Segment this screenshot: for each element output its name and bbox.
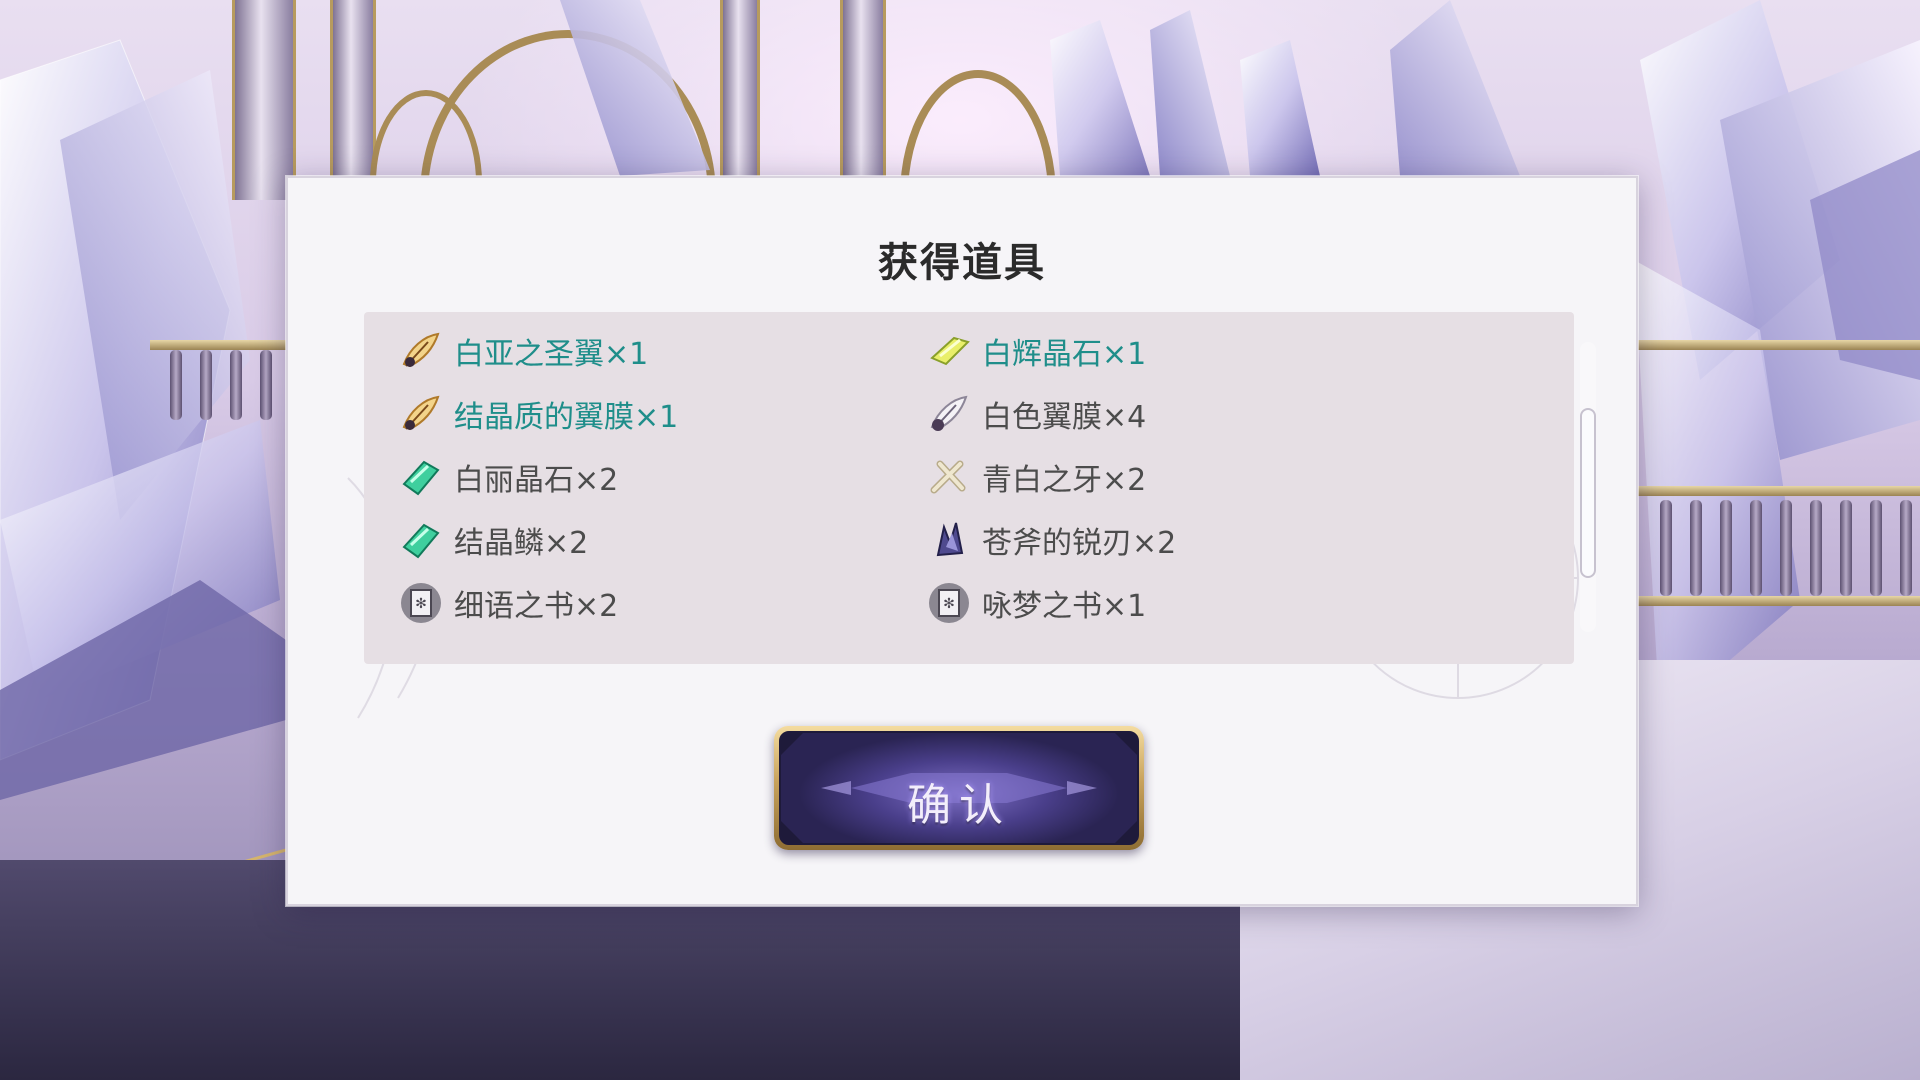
item-name: 白辉晶石×1	[982, 337, 1147, 372]
background-baluster	[1720, 500, 1732, 596]
item-name: 白亚之圣翼×1	[454, 337, 649, 372]
item-list-panel: 白亚之圣翼×1 白辉晶石×1 结晶质的翼膜×1 白色翼膜×4 白丽晶石×2 青白…	[364, 312, 1596, 664]
fang-bone-icon	[926, 454, 972, 500]
item-entry[interactable]: 苍斧的锐刃×2	[926, 515, 1176, 565]
item-entry[interactable]: 结晶质的翼膜×1	[398, 389, 678, 439]
item-name: 结晶鳞×2	[454, 526, 589, 561]
item-list-scrollbar[interactable]	[1580, 342, 1596, 632]
background-rail	[1634, 340, 1920, 350]
item-name: 细语之书×2	[454, 589, 619, 624]
svg-text:✻: ✻	[415, 596, 427, 612]
crystal-green-icon	[398, 517, 444, 563]
feather-gold-icon	[398, 391, 444, 437]
background-baluster	[230, 350, 242, 420]
item-entry[interactable]: ✻ 细语之书×2	[398, 578, 618, 628]
item-entry[interactable]: 白丽晶石×2	[398, 452, 618, 502]
confirm-button-face: 确认	[779, 731, 1139, 845]
crystal-green-icon	[398, 454, 444, 500]
background-rail	[1634, 596, 1920, 606]
item-name: 白丽晶石×2	[454, 463, 619, 498]
background-rail	[1634, 486, 1920, 496]
dialog-title: 获得道具	[878, 240, 1046, 286]
dark-crystal-icon	[926, 517, 972, 563]
background-baluster	[1900, 500, 1912, 596]
background-baluster	[1690, 500, 1702, 596]
items-obtained-dialog: 获得道具 白亚之圣翼×1 白辉晶石×1 结晶质的翼膜×1 白色翼膜×4 白丽晶石…	[286, 176, 1638, 906]
item-name: 白色翼膜×4	[982, 400, 1147, 435]
item-entry[interactable]: 白色翼膜×4	[926, 389, 1146, 439]
feather-gold-icon	[398, 328, 444, 374]
item-entry[interactable]: 白亚之圣翼×1	[398, 326, 648, 376]
item-entry[interactable]: 青白之牙×2	[926, 452, 1146, 502]
scrollbar-thumb[interactable]	[1580, 408, 1596, 578]
crystal-yellow-icon	[926, 328, 972, 374]
confirm-button-label: 确认	[907, 780, 1011, 831]
item-name: 结晶质的翼膜×1	[454, 400, 679, 435]
background-baluster	[1780, 500, 1792, 596]
svg-text:✻: ✻	[943, 596, 955, 612]
book-icon: ✻	[398, 580, 444, 626]
background-baluster	[200, 350, 212, 420]
book-icon: ✻	[926, 580, 972, 626]
confirm-button[interactable]: 确认	[774, 726, 1144, 850]
background-baluster	[1810, 500, 1822, 596]
background-baluster	[1750, 500, 1762, 596]
feather-white-icon	[926, 391, 972, 437]
item-entry[interactable]: 结晶鳞×2	[398, 515, 588, 565]
item-entry[interactable]: 白辉晶石×1	[926, 326, 1146, 376]
background-baluster	[1660, 500, 1672, 596]
background-baluster	[170, 350, 182, 420]
background-rail	[150, 340, 286, 350]
item-name: 青白之牙×2	[982, 463, 1147, 498]
background-baluster	[1870, 500, 1882, 596]
background-baluster	[260, 350, 272, 420]
item-name: 咏梦之书×1	[982, 589, 1147, 624]
item-entry[interactable]: ✻ 咏梦之书×1	[926, 578, 1146, 628]
background-baluster	[1840, 500, 1852, 596]
item-name: 苍斧的锐刃×2	[982, 526, 1177, 561]
